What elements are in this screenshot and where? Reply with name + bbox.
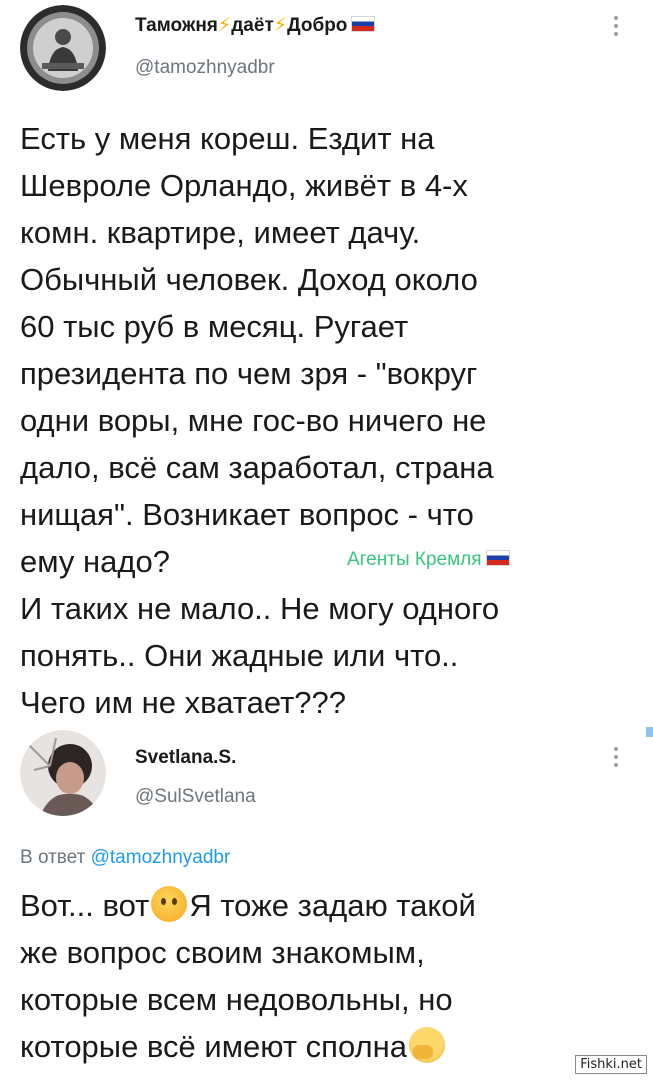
- author-name-part: Таможня: [135, 15, 218, 36]
- avatar[interactable]: [20, 730, 106, 816]
- facepalm-emoji: [408, 1027, 445, 1063]
- author-name-part: Добро: [287, 15, 348, 36]
- watermark: Агенты Кремля: [347, 549, 510, 571]
- tweet-text-part: Вот... вот: [20, 888, 150, 923]
- russia-flag-icon: [351, 16, 376, 32]
- site-watermark: Fishki.net: [575, 1055, 647, 1074]
- lightning-icon: ⚡: [217, 15, 232, 36]
- author-name-part: даёт: [231, 15, 274, 36]
- avatar[interactable]: [20, 5, 106, 91]
- tweet-text: Есть у меня кореш. Ездит на Шевроле Орла…: [20, 121, 500, 720]
- more-vertical-icon[interactable]: [613, 747, 619, 771]
- lightning-icon: ⚡: [273, 15, 288, 36]
- thinking-face-emoji: [151, 886, 188, 922]
- tweet-text: Вот... вот Я тоже задаю такой же вопрос с…: [20, 882, 640, 1070]
- russia-flag-icon: [485, 550, 510, 566]
- author-name[interactable]: Svetlana.S.: [135, 747, 236, 769]
- watermark-text: Агенты Кремля: [347, 549, 482, 570]
- reply-handle-link[interactable]: @tamozhnyadbr: [91, 847, 231, 868]
- reply-prefix: В ответ: [20, 847, 86, 868]
- author-handle[interactable]: @SulSvetlana: [135, 786, 256, 808]
- reply-to: В ответ @tamozhnyadbr: [20, 847, 230, 869]
- tweet-reply: Svetlana.S. @SulSvetlana В ответ @tamozh…: [0, 725, 653, 1080]
- author-handle[interactable]: @tamozhnyadbr: [135, 57, 275, 79]
- more-vertical-icon[interactable]: [613, 16, 619, 40]
- tweet-original: Таможня⚡даёт⚡Добро @tamozhnyadbr Есть у …: [0, 0, 653, 725]
- author-name[interactable]: Таможня⚡даёт⚡Добро: [135, 14, 376, 37]
